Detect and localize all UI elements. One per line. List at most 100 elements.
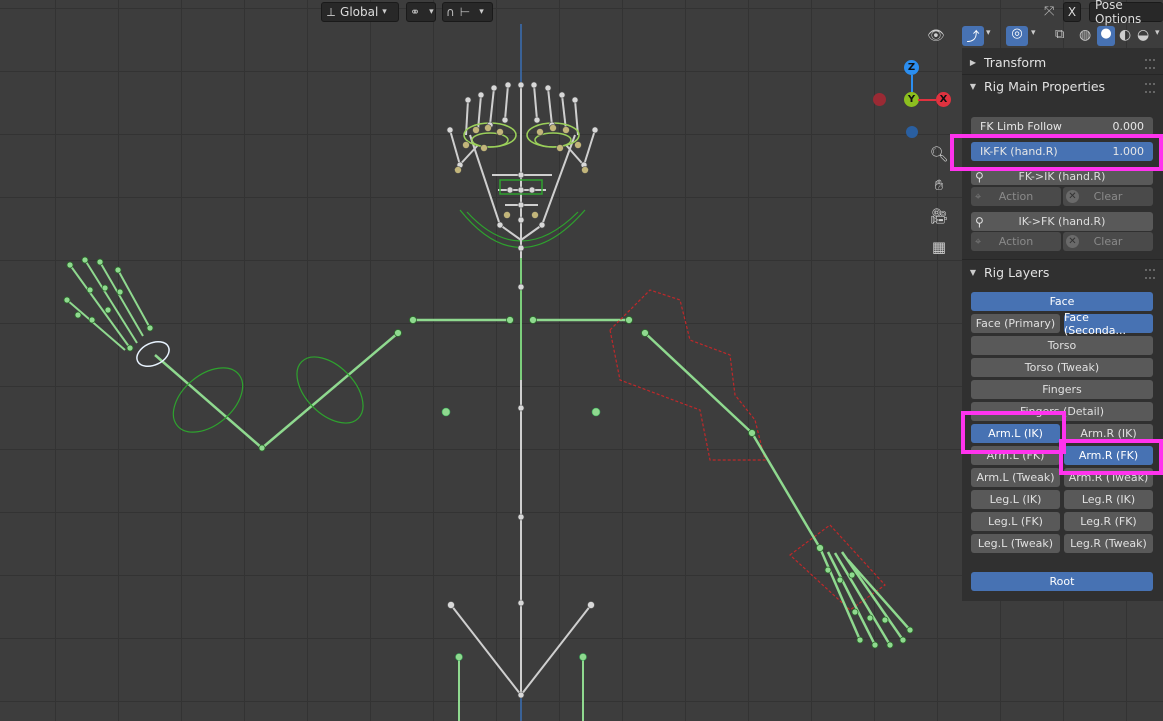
layer-torso[interactable]: Torso <box>971 336 1153 355</box>
chevron-down-icon[interactable]: ▾ <box>1155 28 1160 38</box>
gizmo-x-line <box>918 99 936 101</box>
camera-icon[interactable]: 🎥︎ <box>927 204 951 228</box>
link-icon: ⚭ <box>410 5 421 19</box>
layer-leg-l-fk-label: Leg.L (FK) <box>988 515 1043 528</box>
orientation-label: Global <box>340 5 379 19</box>
action-label: Action <box>998 190 1034 203</box>
layer-face-secondary-label: Face (Seconda... <box>1064 310 1127 337</box>
pivot-point-dropdown[interactable]: ⚭ ▾ <box>406 2 436 22</box>
layer-leg-l-ik[interactable]: Leg.L (IK) <box>971 490 1060 509</box>
drag-grip-icon[interactable] <box>1145 269 1155 279</box>
highlight-arm-l-ik <box>961 411 1066 454</box>
rendered-shading-icon[interactable]: ◒ <box>1137 27 1149 43</box>
drag-grip-icon[interactable] <box>1145 83 1155 93</box>
ik-to-fk-button[interactable]: ⚲ IK->FK (hand.R) <box>971 212 1153 231</box>
layer-torso-tweak-label: Torso (Tweak) <box>1024 361 1100 374</box>
pose-options-dropdown[interactable]: Pose Options <box>1089 0 1163 26</box>
layer-leg-r-tweak[interactable]: Leg.R (Tweak) <box>1064 534 1153 553</box>
action-label: Action <box>998 235 1034 248</box>
solid-shading-icon[interactable]: ● <box>1097 26 1115 46</box>
spine-bones[interactable] <box>441 244 601 721</box>
mirror-x-toggle[interactable]: X <box>1063 2 1081 22</box>
layer-face-secondary[interactable]: Face (Seconda... <box>1064 311 1153 337</box>
layer-fingers-label: Fingers <box>1042 383 1082 396</box>
hand-icon[interactable]: ✋︎ <box>927 173 951 197</box>
face-rig[interactable] <box>445 75 599 250</box>
wireframe-shading-icon[interactable]: ◍ <box>1079 27 1091 43</box>
layer-leg-r-ik-label: Leg.R (IK) <box>1081 493 1136 506</box>
fk-to-ik-label: FK->IK (hand.R) <box>1018 170 1106 183</box>
layer-face-primary[interactable]: Face (Primary) <box>971 314 1060 333</box>
layer-face-label: Face <box>1049 295 1075 308</box>
rig-layers-panel-header[interactable]: ▼ Rig Layers <box>962 261 1159 283</box>
visibility-icon[interactable]: 👁︎ <box>927 28 945 44</box>
rig-main-title: Rig Main Properties <box>984 78 1106 94</box>
gizmo-z-axis[interactable]: Z <box>904 60 919 75</box>
gizmo-z-label: Z <box>907 62 916 73</box>
layer-face[interactable]: Face <box>971 292 1153 311</box>
viewport-header: ⟂ Global ▾ ⚭ ▾ ∩ ⊢ ▾ ⤧ X Pose Options <box>0 0 1163 26</box>
gizmo-toggle[interactable]: ⤴ <box>962 26 984 46</box>
transform-title: Transform <box>984 54 1047 70</box>
chevron-down-icon: ▾ <box>429 7 434 17</box>
arm-r-bones[interactable] <box>609 289 914 649</box>
layer-leg-r-fk-label: Leg.R (FK) <box>1080 515 1137 528</box>
layer-leg-l-fk[interactable]: Leg.L (FK) <box>971 512 1060 531</box>
overlay-toggle[interactable]: ◎ <box>1006 26 1028 46</box>
gizmo-icon: ⤴ <box>966 30 980 45</box>
fk-limb-follow-value: 0.000 <box>1112 120 1145 133</box>
ik-to-fk-clear-button[interactable]: ✕ Clear <box>1063 232 1153 251</box>
zoom-icon[interactable]: 🔍︎ <box>927 142 951 166</box>
material-shading-icon[interactable]: ◐ <box>1119 27 1131 43</box>
transform-panel-header[interactable]: ▶ Transform <box>962 51 1159 73</box>
transform-orientation-dropdown[interactable]: ⟂ Global ▾ <box>321 2 399 22</box>
highlight-ik-fk-slider <box>950 134 1163 171</box>
layer-leg-l-tweak-label: Leg.L (Tweak) <box>977 537 1054 550</box>
eyedropper-icon: ⌖ <box>975 189 982 203</box>
fk-to-ik-action-button[interactable]: ⌖ Action <box>971 187 1061 206</box>
drag-grip-icon[interactable] <box>1145 59 1155 69</box>
layer-leg-r-ik[interactable]: Leg.R (IK) <box>1064 490 1153 509</box>
chevron-down-icon[interactable]: ▾ <box>986 28 991 38</box>
fk-to-ik-clear-button[interactable]: ✕ Clear <box>1063 187 1153 206</box>
rig-main-panel-header[interactable]: ▼ Rig Main Properties <box>962 75 1159 97</box>
snap-toggle[interactable]: ∩ ⊢ ▾ <box>442 2 493 22</box>
chevron-down-icon[interactable]: ▾ <box>1031 28 1036 38</box>
layer-leg-r-fk[interactable]: Leg.R (FK) <box>1064 512 1153 531</box>
rig-layers-title: Rig Layers <box>984 264 1050 280</box>
layer-root-label: Root <box>1049 575 1075 588</box>
viewport-overlays-bar: 👁︎ ⤴ ▾ ◎ ▾ ⧉ ◍ ● ◐ ◒ ▾ <box>925 26 1163 48</box>
layer-torso-tweak[interactable]: Torso (Tweak) <box>971 358 1153 377</box>
layer-leg-l-ik-label: Leg.L (IK) <box>989 493 1042 506</box>
expanded-triangle-icon: ▼ <box>969 81 977 91</box>
close-icon: ✕ <box>1066 235 1079 248</box>
snap-tool-icon: ⚲ <box>975 169 984 184</box>
layer-fingers[interactable]: Fingers <box>971 380 1153 399</box>
close-icon: ✕ <box>1066 190 1079 203</box>
divider <box>962 259 1163 260</box>
highlight-arm-r-fk <box>1059 439 1163 475</box>
chevron-down-icon: ▾ <box>479 7 484 17</box>
expanded-triangle-icon: ▼ <box>969 267 977 277</box>
fk-limb-follow-label: FK Limb Follow <box>980 120 1062 133</box>
layer-arm-l-tweak[interactable]: Arm.L (Tweak) <box>971 468 1060 487</box>
pose-options-label: Pose Options <box>1095 0 1142 26</box>
gizmo-neg-z-axis[interactable] <box>906 126 918 138</box>
magnet-icon: ∩ <box>446 5 455 19</box>
bone-mirror-icon[interactable]: ⤧ <box>1044 4 1060 20</box>
gizmo-neg-x-axis[interactable] <box>873 93 886 106</box>
ik-to-fk-label: IK->FK (hand.R) <box>1018 215 1106 228</box>
layer-root[interactable]: Root <box>971 572 1153 591</box>
grid-icon[interactable]: ▦ <box>927 235 951 259</box>
ik-to-fk-action-button[interactable]: ⌖ Action <box>971 232 1061 251</box>
gizmo-y-label: Y <box>907 94 916 105</box>
layer-leg-l-tweak[interactable]: Leg.L (Tweak) <box>971 534 1060 553</box>
gizmo-y-axis[interactable]: Y <box>904 92 919 107</box>
gizmo-x-axis[interactable]: X <box>936 92 951 107</box>
eyedropper-icon: ⌖ <box>975 234 982 248</box>
chevron-down-icon: ▾ <box>382 7 387 17</box>
layer-face-primary-label: Face (Primary) <box>975 317 1056 330</box>
clear-label: Clear <box>1093 190 1123 203</box>
xray-icon[interactable]: ⧉ <box>1055 27 1064 42</box>
arm-l-bones[interactable] <box>66 259 629 449</box>
